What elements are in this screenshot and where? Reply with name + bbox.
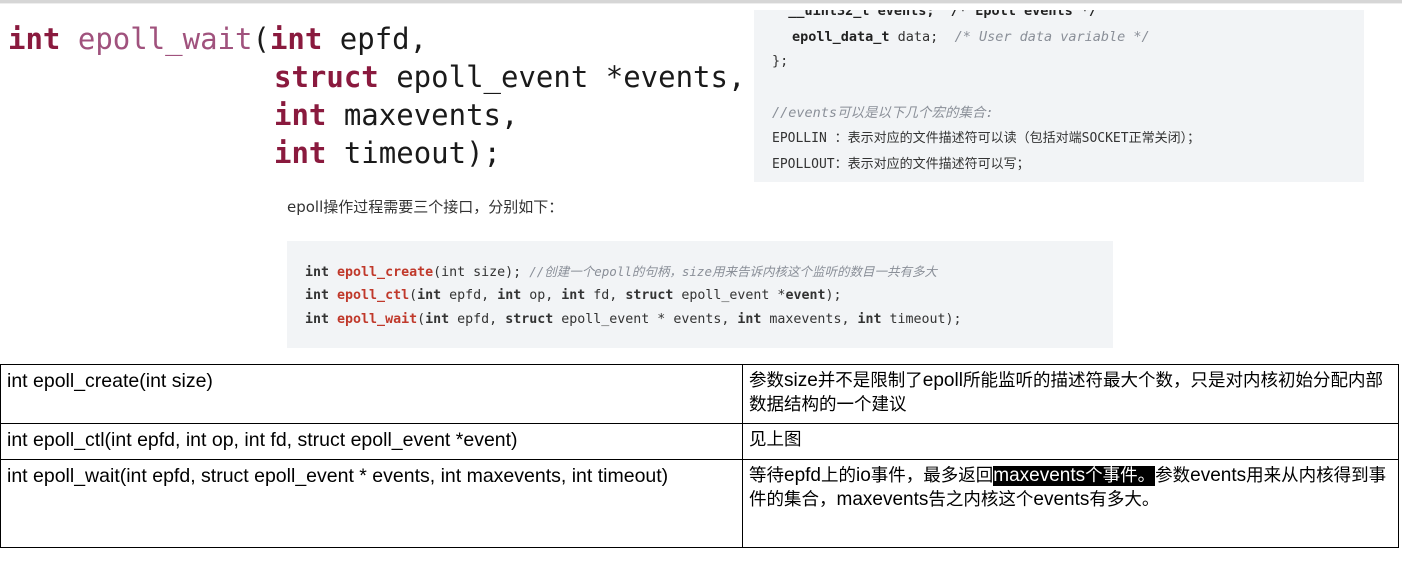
table-row: int epoll_create(int size) 参数size并不是限制了e… [0, 364, 1399, 424]
top-border-edge [0, 3, 1402, 4]
signature-line-3: int maxevents, [274, 98, 519, 132]
table-cell-signature: int epoll_ctl(int epfd, int op, int fd, … [0, 423, 743, 460]
table-cell-description: 参数size并不是限制了epoll所能监听的描述符最大个数，只是对内核初始分配内… [742, 364, 1399, 424]
intro-text: epoll操作过程需要三个接口，分别如下： [287, 198, 564, 216]
struct-line-events: __uint32_t events; /* Epoll events */ [772, 10, 1098, 19]
api-line-wait: int epoll_wait(int epfd, struct epoll_ev… [305, 312, 962, 327]
api-line-ctl: int epoll_ctl(int epfd, int op, int fd, … [305, 288, 842, 303]
epollout-line: EPOLLOUT：表示对应的文件描述符可以写； [772, 157, 1030, 172]
table-row: int epoll_ctl(int epfd, int op, int fd, … [0, 423, 1399, 460]
table-row: int epoll_wait(int epfd, struct epoll_ev… [0, 459, 1399, 548]
table-cell-description: 等待epfd上的io事件，最多返回maxevents个事件。参数events用来… [742, 459, 1399, 548]
struct-line-data: epoll_data_t data; /* User data variable… [792, 29, 1150, 45]
struct-line-close: }; [772, 53, 789, 69]
api-line-create: int epoll_create(int size); //创建一个epoll的… [305, 264, 937, 280]
events-comment: //events可以是以下几个宏的集合: [772, 105, 994, 121]
struct-code-block: __uint32_t events; /* Epoll events */ ep… [754, 10, 1364, 182]
table-cell-signature: int epoll_wait(int epfd, struct epoll_ev… [0, 459, 743, 548]
signature-line-1: int epoll_wait(int epfd, [8, 22, 428, 56]
epollin-line: EPOLLIN ：表示对应的文件描述符可以读（包括对端SOCKET正常关闭）； [772, 131, 1201, 146]
signature-line-2: struct epoll_event *events, [274, 60, 746, 94]
text-selection-highlight[interactable]: maxevents个事件。 [993, 465, 1156, 486]
api-table: int epoll_create(int size) 参数size并不是限制了e… [0, 364, 1399, 548]
table-cell-description: 见上图 [742, 423, 1399, 460]
api-code-block: int epoll_create(int size); //创建一个epoll的… [287, 241, 1113, 348]
epoll-wait-signature-image: int epoll_wait(int epfd, struct epoll_ev… [8, 20, 768, 180]
signature-line-4: int timeout); [274, 136, 501, 170]
table-cell-signature: int epoll_create(int size) [0, 364, 743, 424]
